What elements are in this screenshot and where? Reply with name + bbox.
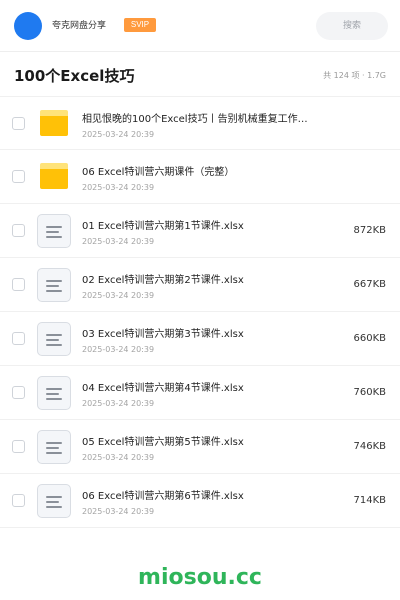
document-icon	[37, 430, 71, 464]
file-date: 2025-03-24 20:39	[82, 237, 155, 246]
document-icon	[37, 214, 71, 248]
file-date: 2025-03-24 20:39	[82, 130, 155, 139]
account-name: 夸克网盘分享	[52, 21, 107, 31]
document-icon	[37, 376, 71, 410]
file-date: 2025-03-24 20:39	[82, 453, 155, 462]
list-item[interactable]: 02 Excel特训营六期第2节课件.xlsx 2025-03-24 20:39…	[0, 258, 400, 312]
file-name: 01 Excel特训营六期第1节课件.xlsx	[82, 221, 244, 232]
file-date: 2025-03-24 20:39	[82, 183, 155, 192]
file-name: 06 Excel特训营六期课件（完整）	[82, 167, 235, 178]
file-date: 2025-03-24 20:39	[82, 345, 155, 354]
file-name: 04 Excel特训营六期第4节课件.xlsx	[82, 383, 244, 394]
file-size: 667KB	[353, 279, 386, 290]
folder-summary: 共 124 项 · 1.7G	[323, 71, 386, 80]
search-input[interactable]	[316, 12, 388, 40]
top-bar: 夸克网盘分享 SVIP	[0, 0, 400, 52]
select-checkbox[interactable]	[12, 170, 25, 183]
watermark: miosou.cc	[138, 565, 262, 590]
svip-badge: SVIP	[124, 18, 156, 32]
file-name: 05 Excel特训营六期第5节课件.xlsx	[82, 437, 244, 448]
document-icon	[37, 322, 71, 356]
file-name: 03 Excel特训营六期第3节课件.xlsx	[82, 329, 244, 340]
list-item[interactable]: 06 Excel特训营六期第6节课件.xlsx 2025-03-24 20:39…	[0, 474, 400, 528]
document-icon	[37, 484, 71, 518]
select-checkbox[interactable]	[12, 440, 25, 453]
file-name: 相见恨晚的100个Excel技巧丨告别机械重复工作…	[82, 114, 308, 125]
folder-icon	[37, 107, 71, 141]
select-checkbox[interactable]	[12, 224, 25, 237]
select-checkbox[interactable]	[12, 494, 25, 507]
folder-icon	[37, 160, 71, 194]
file-size: 714KB	[353, 495, 386, 506]
list-item[interactable]: 03 Excel特训营六期第3节课件.xlsx 2025-03-24 20:39…	[0, 312, 400, 366]
page-title: 100个Excel技巧	[14, 67, 135, 85]
file-date: 2025-03-24 20:39	[82, 399, 155, 408]
list-item[interactable]: 06 Excel特训营六期课件（完整） 2025-03-24 20:39	[0, 150, 400, 204]
select-checkbox[interactable]	[12, 332, 25, 345]
list-item[interactable]: 05 Excel特训营六期第5节课件.xlsx 2025-03-24 20:39…	[0, 420, 400, 474]
file-size: 746KB	[353, 441, 386, 452]
file-size: 660KB	[353, 333, 386, 344]
file-date: 2025-03-24 20:39	[82, 507, 155, 516]
file-name: 02 Excel特训营六期第2节课件.xlsx	[82, 275, 244, 286]
document-icon	[37, 268, 71, 302]
file-name: 06 Excel特训营六期第6节课件.xlsx	[82, 491, 244, 502]
file-list: 相见恨晚的100个Excel技巧丨告别机械重复工作… 2025-03-24 20…	[0, 96, 400, 528]
list-item[interactable]: 04 Excel特训营六期第4节课件.xlsx 2025-03-24 20:39…	[0, 366, 400, 420]
list-item[interactable]: 01 Excel特训营六期第1节课件.xlsx 2025-03-24 20:39…	[0, 204, 400, 258]
file-date: 2025-03-24 20:39	[82, 291, 155, 300]
select-checkbox[interactable]	[12, 117, 25, 130]
file-size: 872KB	[353, 225, 386, 236]
list-item[interactable]: 相见恨晚的100个Excel技巧丨告别机械重复工作… 2025-03-24 20…	[0, 96, 400, 150]
avatar[interactable]	[14, 12, 42, 40]
select-checkbox[interactable]	[12, 386, 25, 399]
file-size: 760KB	[353, 387, 386, 398]
select-checkbox[interactable]	[12, 278, 25, 291]
